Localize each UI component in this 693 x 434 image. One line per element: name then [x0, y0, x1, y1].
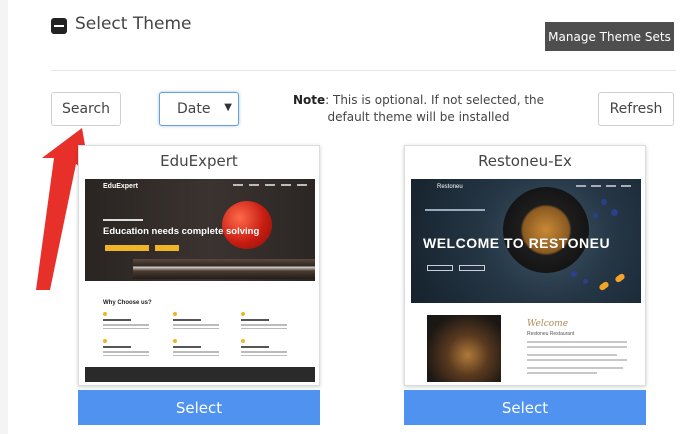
- berry-image: [611, 209, 618, 216]
- preview-text-line: [527, 372, 597, 374]
- preview-hero: EduExpert Education needs complete solvi…: [85, 179, 315, 281]
- manage-theme-sets-button[interactable]: Manage Theme Sets: [545, 22, 674, 51]
- section-title: Select Theme: [75, 14, 192, 34]
- preview-kicker: [103, 219, 143, 221]
- preview-welcome: Welcome: [527, 319, 569, 329]
- note-prefix: Note: [292, 93, 326, 107]
- preview-section-title: Why Choose us?: [103, 300, 152, 306]
- preview-subtitle: Restoneu Restaurant: [527, 331, 575, 337]
- preview-feature: [103, 339, 149, 358]
- preview-headline: Education needs complete solving: [103, 226, 260, 237]
- apple-image: [222, 201, 272, 249]
- select-restoneu-button[interactable]: Select: [404, 390, 646, 425]
- theme-name: EduExpert: [160, 152, 238, 170]
- theme-name: Restoneu-Ex: [478, 152, 572, 170]
- preview-text-line: [527, 346, 627, 348]
- preview-brand: Restoneu: [437, 184, 463, 190]
- theme-preview-eduexpert: EduExpert Education needs complete solvi…: [85, 179, 315, 382]
- preview-text-line: [527, 354, 617, 356]
- food-photo: [427, 315, 501, 382]
- preview-kicker: [425, 209, 485, 211]
- berry-image: [583, 279, 588, 284]
- preview-button: [459, 265, 485, 271]
- theme-card-eduexpert[interactable]: EduExpert EduExpert Education needs comp…: [78, 145, 320, 386]
- theme-card-restoneu[interactable]: Restoneu-Ex Restoneu WELCOME TO RESTONEU…: [404, 145, 646, 386]
- preview-brand: EduExpert: [103, 183, 139, 190]
- berry-image: [601, 199, 607, 205]
- preview-feature: [241, 339, 287, 358]
- search-button[interactable]: Search: [51, 92, 121, 126]
- collapse-minus-icon[interactable]: [51, 18, 67, 34]
- preview-text-line: [527, 367, 623, 369]
- orange-slice-image: [614, 272, 626, 284]
- caret-down-icon: ▼: [224, 102, 232, 113]
- preview-hero: Restoneu WELCOME TO RESTONEU: [411, 179, 641, 303]
- header-divider: [51, 70, 676, 71]
- note-text: : This is optional. If not selected, the…: [325, 93, 545, 124]
- preview-button: [427, 265, 453, 271]
- preview-button: [105, 245, 149, 251]
- preview-nav: [233, 184, 307, 186]
- select-eduexpert-button[interactable]: Select: [78, 390, 320, 425]
- refresh-button[interactable]: Refresh: [598, 92, 674, 126]
- preview-headline: WELCOME TO RESTONEU: [423, 235, 611, 251]
- preview-feature: [173, 339, 219, 358]
- books-image: [133, 259, 315, 279]
- preview-footer: [85, 367, 315, 382]
- preview-text-line: [527, 341, 627, 343]
- sort-select[interactable]: Date ▼: [159, 92, 239, 126]
- sort-select-value: Date: [177, 101, 211, 117]
- orange-slice-image: [598, 280, 610, 292]
- berry-image: [593, 213, 598, 218]
- berry-image: [571, 271, 577, 277]
- optional-note: Note: This is optional. If not selected,…: [276, 92, 561, 126]
- pan-image: [503, 187, 589, 273]
- preview-button: [155, 245, 179, 251]
- preview-feature: [103, 312, 149, 331]
- preview-text-line: [527, 359, 627, 361]
- preview-feature: [173, 312, 219, 331]
- preview-nav: [576, 185, 631, 187]
- theme-preview-restoneu: Restoneu WELCOME TO RESTONEU Welcome Res…: [411, 179, 641, 382]
- preview-feature: [241, 312, 287, 331]
